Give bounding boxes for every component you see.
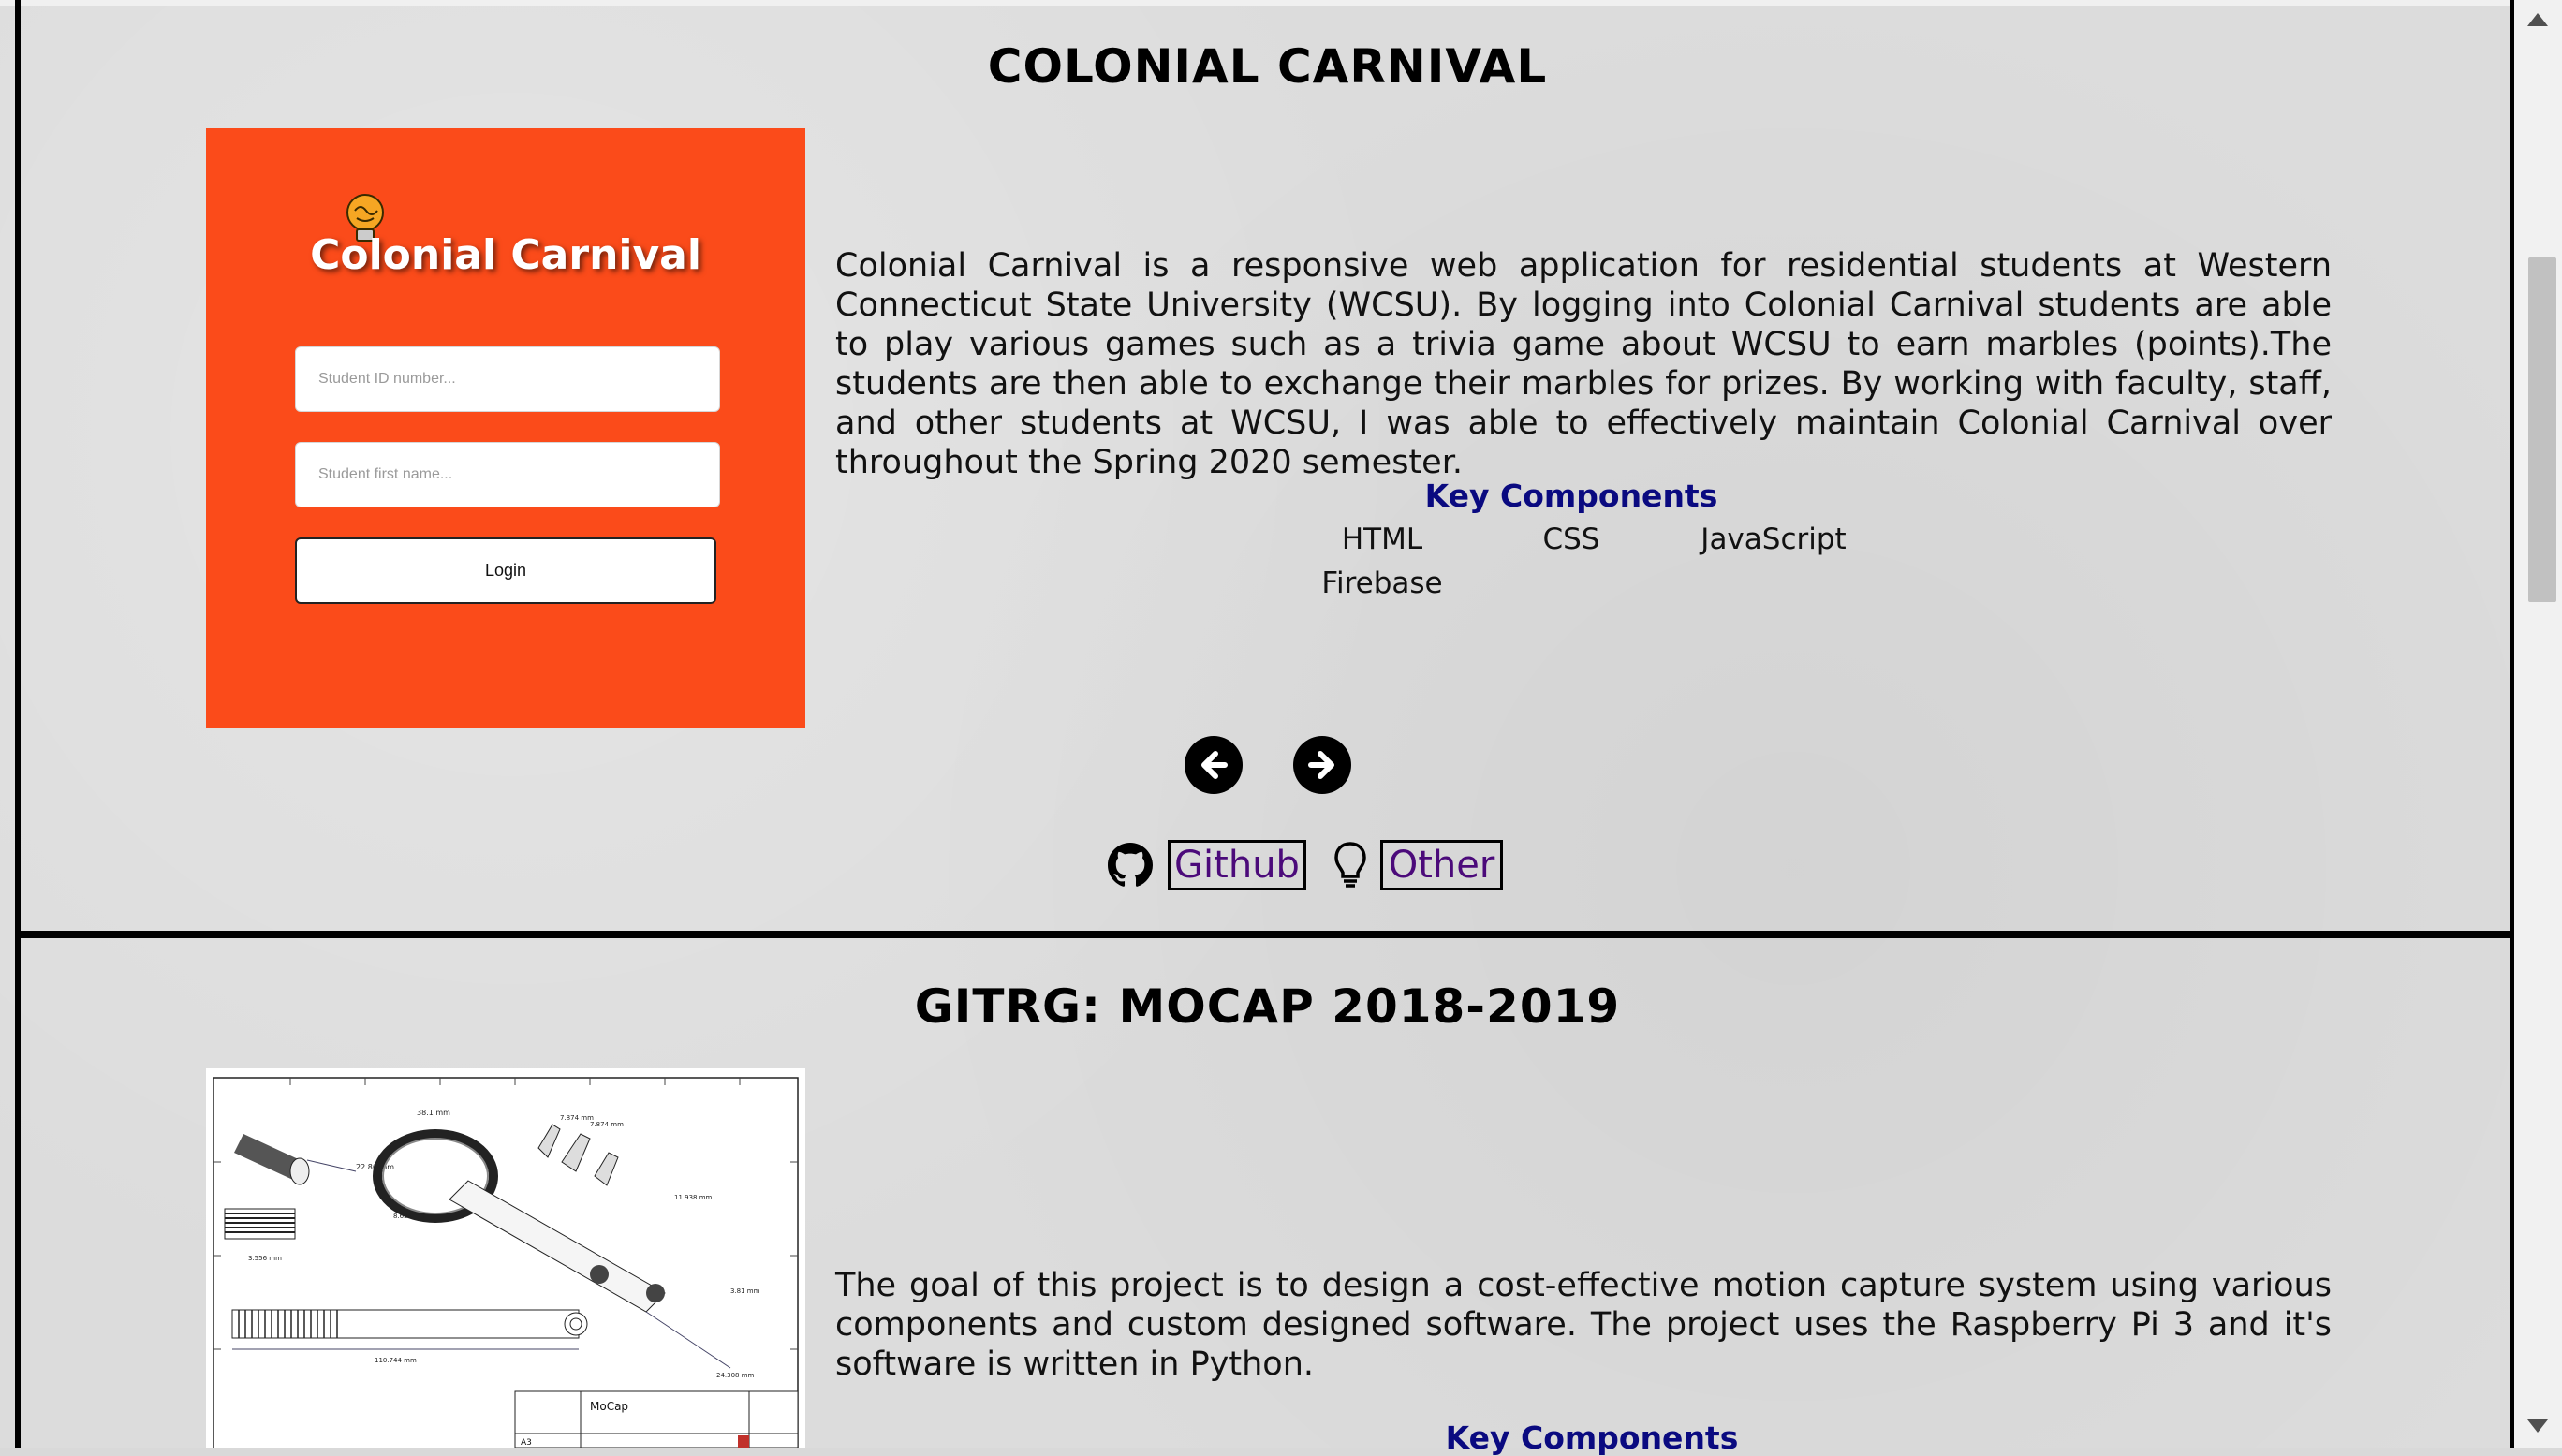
dimension-label: 38.1 mm (417, 1109, 450, 1117)
other-link[interactable]: Other (1380, 840, 1503, 890)
arrow-right-icon (1308, 751, 1334, 779)
dimension-label: 11.938 mm (674, 1194, 713, 1201)
dimension-label: 7.874 mm (560, 1114, 594, 1122)
dimension-label: 7.874 mm (590, 1121, 624, 1128)
key-components-title: Key Components (1424, 478, 1718, 514)
scroll-down-arrow-icon[interactable] (2527, 1419, 2548, 1433)
key-component-item: Firebase (1321, 566, 1443, 600)
project-screenshot: 22.86 mm 3.556 mm 38.1 mm 7.874 mm 7.874… (206, 1068, 805, 1448)
top-strip (0, 0, 2562, 6)
project-description: Colonial Carnival is a responsive web ap… (835, 247, 2332, 481)
arrow-left-icon (1201, 751, 1228, 779)
vertical-scrollbar[interactable] (2514, 0, 2562, 1448)
mocap-technical-drawing: 22.86 mm 3.556 mm 38.1 mm 7.874 mm 7.874… (206, 1068, 805, 1448)
key-components-title: Key Components (1445, 1419, 1739, 1456)
login-button-image: Login (295, 537, 716, 604)
student-id-field: Student ID number... (295, 346, 720, 412)
key-component-item: JavaScript (1701, 522, 1847, 556)
drawing-title: MoCap (590, 1400, 628, 1413)
first-name-field: Student first name... (295, 442, 720, 507)
left-border (15, 0, 21, 1448)
dimension-label: 110.744 mm (375, 1357, 417, 1364)
lightbulb-icon (1333, 841, 1367, 893)
github-link[interactable]: Github (1168, 840, 1306, 890)
project-title: GITRG: MOCAP 2018-2019 (914, 979, 1621, 1034)
next-project-button[interactable] (1293, 736, 1351, 794)
dimension-label: 3.556 mm (248, 1255, 282, 1262)
scrollbar-thumb[interactable] (2528, 257, 2556, 602)
app-logo-text: Colonial Carnival (310, 231, 701, 279)
dimension-label: 8.636 mm (393, 1213, 427, 1220)
scroll-up-arrow-icon[interactable] (2527, 13, 2548, 26)
previous-project-button[interactable] (1185, 736, 1243, 794)
github-icon (1108, 843, 1153, 891)
sheet-size: A3 (521, 1438, 532, 1448)
project-screenshot: Colonial Carnival Student ID number... S… (206, 128, 805, 728)
project-description: The goal of this project is to design a … (835, 1267, 2332, 1383)
portfolio-page: COLONIAL CARNIVAL Colonial Carnival Stud… (0, 0, 2562, 1456)
dimension-label: 24.308 mm (716, 1372, 755, 1379)
section-divider (15, 931, 2514, 938)
project-title: COLONIAL CARNIVAL (987, 39, 1548, 94)
dimension-label: 3.81 mm (730, 1287, 760, 1295)
